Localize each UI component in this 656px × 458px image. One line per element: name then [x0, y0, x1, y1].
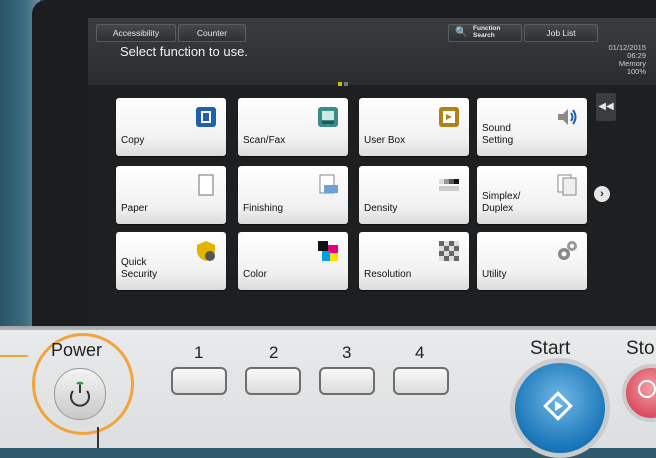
next-page-button[interactable]: › [594, 186, 610, 202]
register-key-4[interactable] [393, 367, 449, 395]
copy-icon [196, 107, 216, 127]
status-message: Select function to use. [120, 44, 248, 59]
job-list-button[interactable]: Job List [524, 24, 598, 42]
start-diamond-icon [543, 391, 573, 421]
memory-value: 100% [626, 67, 646, 76]
register-key-1[interactable] [171, 367, 227, 395]
color-icon [318, 241, 338, 261]
register-key-2[interactable] [245, 367, 301, 395]
touch-screen: Accessibility Counter 🔍 Function Search … [88, 18, 656, 331]
tile-label: Sound Setting [482, 123, 514, 146]
power-label: Power [51, 340, 103, 360]
chevron-right-icon: › [600, 188, 604, 200]
accessibility-button[interactable]: Accessibility [96, 24, 176, 42]
tile-label: Scan/Fax [243, 135, 286, 146]
gear-icon [558, 241, 577, 260]
tile-utility[interactable]: Utility [477, 232, 587, 290]
scan-fax-icon [318, 107, 338, 127]
function-search-label: Function Search [473, 25, 501, 39]
paper-icon [198, 174, 214, 196]
search-icon: 🔍 [455, 27, 468, 38]
key-4-label: 4 [415, 343, 425, 362]
tile-finishing[interactable]: Finishing [238, 166, 348, 224]
tile-density[interactable]: Density [359, 166, 469, 224]
tile-sound-setting[interactable]: Sound Setting [477, 98, 587, 156]
tile-label: Density [364, 203, 398, 214]
resolution-icon [439, 241, 459, 261]
tile-user-box[interactable]: User Box [359, 98, 469, 156]
tile-label: Color [243, 269, 267, 280]
collapse-panel-button[interactable]: ◀◀ [596, 93, 616, 121]
speaker-icon [558, 109, 577, 125]
tile-label: Finishing [243, 203, 284, 214]
key-2-label: 2 [269, 343, 279, 362]
tile-label: Quick Security [121, 257, 158, 280]
power-button[interactable] [54, 368, 106, 420]
double-chevron-left-icon: ◀◀ [598, 101, 614, 112]
shield-icon [197, 241, 215, 261]
page-dot-active [338, 82, 342, 86]
tile-scan-fax[interactable]: Scan/Fax [238, 98, 348, 156]
tile-label: Paper [121, 203, 148, 214]
function-search-button[interactable]: 🔍 Function Search [448, 24, 522, 42]
key-1-label: 1 [194, 343, 204, 362]
callout-line [0, 355, 28, 357]
finishing-icon [319, 174, 338, 194]
density-icon [439, 179, 459, 191]
counter-button[interactable]: Counter [178, 24, 246, 42]
tile-copy[interactable]: Copy [116, 98, 226, 156]
user-box-icon [439, 107, 459, 127]
status-bar: Accessibility Counter 🔍 Function Search … [88, 18, 656, 87]
tile-label: Utility [482, 269, 507, 280]
start-label: Start [530, 338, 571, 359]
page-indicator [338, 82, 348, 87]
tile-label: Copy [121, 135, 145, 146]
stop-label: Sto [626, 338, 655, 359]
tile-label: User Box [364, 135, 406, 146]
tile-simplex-duplex[interactable]: Simplex/ Duplex [477, 166, 587, 224]
start-button[interactable] [510, 358, 610, 458]
duplex-icon [557, 174, 577, 196]
tile-color[interactable]: Color [238, 232, 348, 290]
register-key-3[interactable] [319, 367, 375, 395]
tile-label: Resolution [364, 269, 412, 280]
power-icon [70, 381, 90, 407]
key-3-label: 3 [342, 343, 352, 362]
tile-resolution[interactable]: Resolution [359, 232, 469, 290]
page-dot [344, 82, 348, 86]
stop-icon [638, 380, 656, 398]
tile-paper[interactable]: Paper [116, 166, 226, 224]
callout-line-vertical [97, 427, 99, 448]
tile-label: Simplex/ Duplex [482, 191, 521, 214]
date-time-memory: 01/12/2015 06:29 Memory 100% [608, 44, 646, 76]
tile-quick-security[interactable]: Quick Security [116, 232, 226, 290]
